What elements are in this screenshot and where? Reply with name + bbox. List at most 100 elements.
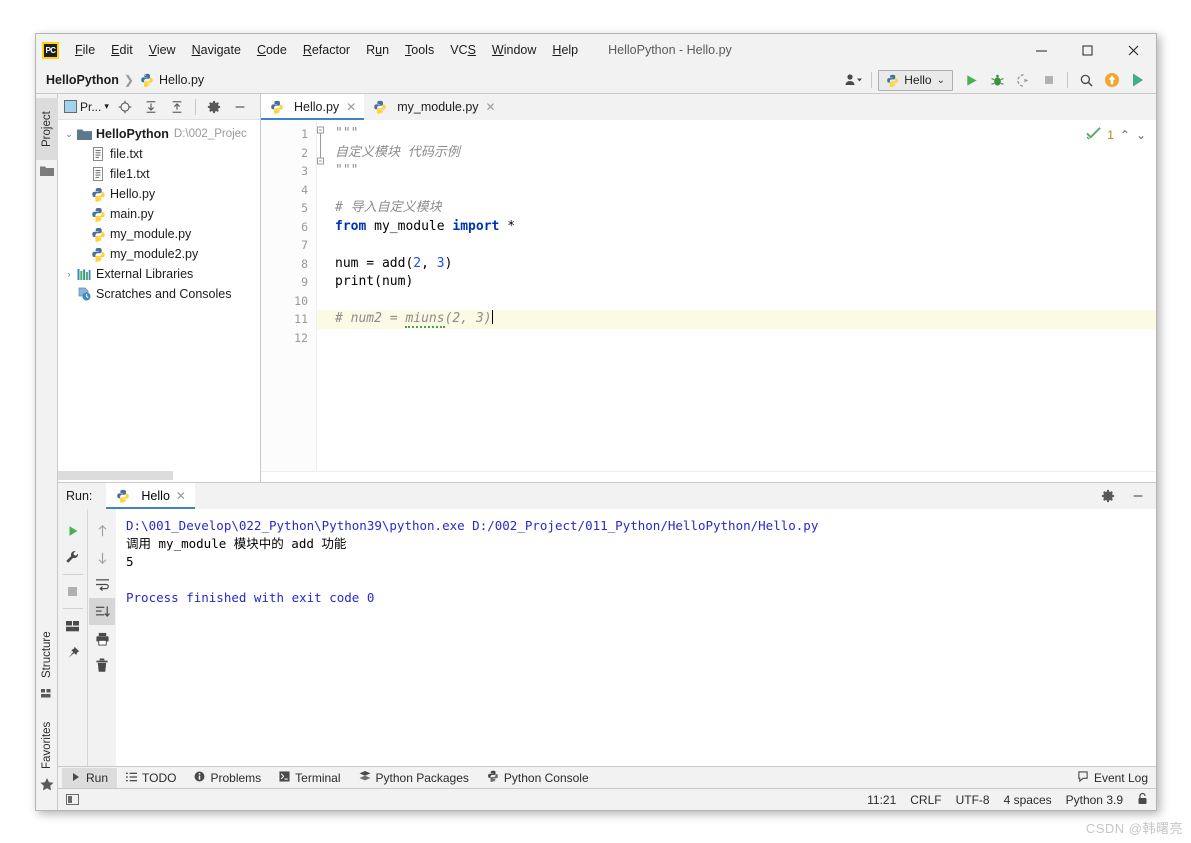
code-text[interactable]: """ 自定义模块 代码示例 """ # 导入自定义模块 from my_mod… [317,120,1156,471]
close-icon[interactable]: ✕ [346,100,356,114]
file-encoding[interactable]: UTF-8 [956,793,990,807]
gear-icon[interactable] [202,96,226,118]
previous-problem-icon[interactable]: ⌃ [1120,128,1130,142]
wrench-icon[interactable] [60,544,86,571]
code-token-comment: # 导入自定义模块 [335,200,442,215]
next-problem-icon[interactable]: ⌄ [1136,128,1146,142]
event-log-button[interactable]: Event Log [1077,771,1148,785]
menu-item-tools[interactable]: Tools [397,40,442,60]
chevron-right-icon[interactable]: › [62,269,76,279]
close-icon[interactable]: ✕ [176,489,186,503]
menu-item-window[interactable]: Window [484,40,544,60]
down-arrow-icon[interactable] [89,544,115,571]
tree-row-scratches-and-consoles[interactable]: Scratches and Consoles [58,284,260,304]
editor-tab-bar: Hello.py ✕ my_module.py ✕ [261,94,1156,120]
console-output[interactable]: D:\001_Develop\022_Python\Python39\pytho… [116,509,1156,766]
run-configuration-selector[interactable]: Hello ⌄ [878,69,953,91]
panel-toolbar-divider [194,98,196,115]
code-token-module: my_module [366,218,453,234]
sidebar-item-structure[interactable]: Structure [36,618,58,692]
stop-icon[interactable] [60,578,86,605]
bottom-tab-terminal[interactable]: Terminal [270,768,349,788]
close-button[interactable] [1110,34,1156,66]
scroll-to-end-icon[interactable] [89,598,115,625]
menu-item-run[interactable]: Run [358,40,397,60]
minimize-icon[interactable] [1126,485,1150,507]
bottom-tab-python-console[interactable]: Python Console [478,768,598,788]
soft-wrap-icon[interactable] [89,571,115,598]
tree-label: file1.txt [110,167,150,181]
minimize-button[interactable] [1018,34,1064,66]
tree-project-path: D:\002_Projec [173,128,247,140]
trash-icon[interactable] [89,652,115,679]
breadcrumb-project[interactable]: HelloPython [46,73,119,87]
debug-button[interactable] [985,69,1009,91]
hide-panel-icon[interactable] [228,96,252,118]
collapse-all-icon[interactable] [165,96,189,118]
tree-row-file-txt[interactable]: file.txt [58,144,260,164]
gear-icon[interactable] [1096,485,1120,507]
run-with-coverage-button[interactable] [1011,69,1035,91]
editor-tab-hello-py[interactable]: Hello.py ✕ [261,94,365,120]
chevron-down-icon[interactable]: ⌄ [62,129,76,140]
tree-row-my-module-py[interactable]: my_module.py [58,224,260,244]
breadcrumb-file-label: Hello.py [158,72,205,87]
tree-row-main-py[interactable]: main.py [58,204,260,224]
close-icon[interactable]: ✕ [486,100,496,114]
bottom-tab-problems[interactable]: Problems [185,768,270,788]
project-view-selector[interactable]: Pr... ▾ [62,100,111,114]
run-actions-column-2 [87,509,116,766]
breadcrumb-file[interactable]: Hello.py [139,72,204,88]
print-icon[interactable] [89,625,115,652]
tree-row-file1-txt[interactable]: file1.txt [58,164,260,184]
menu-label-tools-rest: ools [411,43,435,57]
profile-button[interactable] [1126,69,1150,91]
maximize-button[interactable] [1064,34,1110,66]
line-separator[interactable]: CRLF [910,793,941,807]
menu-item-help[interactable]: Help [544,40,586,60]
code-editor[interactable]: 1 2 3 4 5 6 7 8 9 10 11 12 """ 自定义模块 代码示… [261,120,1156,471]
indent-setting[interactable]: 4 spaces [1004,793,1052,807]
update-project-icon[interactable] [1100,69,1124,91]
inspection-widget[interactable]: 1 ⌃ ⌄ [1086,126,1146,143]
menu-item-file[interactable]: File [67,40,103,60]
caret-position[interactable]: 11:21 [867,793,896,807]
editor-tab-my-module-py[interactable]: my_module.py ✕ [364,94,504,120]
up-arrow-icon[interactable] [89,517,115,544]
layout-icon[interactable] [60,612,86,639]
bottom-tab-run[interactable]: Run [62,767,118,788]
sidebar-item-favorites[interactable]: Favorites [36,710,58,780]
menu-item-vcs[interactable]: VCS [442,40,484,60]
scrollbar-thumb[interactable] [58,471,173,480]
pycharm-logo-text: PC [45,45,56,55]
run-tab-hello[interactable]: Hello ✕ [106,483,195,509]
tree-row-hello-py[interactable]: Hello.py [58,184,260,204]
tree-row-hellopython[interactable]: ⌄ HelloPython D:\002_Projec [58,124,260,144]
run-button[interactable] [959,69,983,91]
bottom-tab-todo[interactable]: TODO [117,768,185,788]
pin-icon[interactable] [60,639,86,666]
editor-hscrollbar[interactable] [261,471,1156,482]
tree-row-my-module2-py[interactable]: my_module2.py [58,244,260,264]
menu-item-code[interactable]: Code [249,40,295,60]
editor-gutter[interactable]: 1 2 3 4 5 6 7 8 9 10 11 12 [261,120,324,471]
tree-row-external-libraries[interactable]: › External Libraries [58,264,260,284]
expand-all-icon[interactable] [139,96,163,118]
menu-item-edit[interactable]: Edit [103,40,141,60]
console-line: 调用 my_module 模块中的 add 功能 [126,536,347,551]
python-interpreter[interactable]: Python 3.9 [1066,793,1123,807]
layout-toggle-icon[interactable] [66,794,79,805]
menu-item-refactor[interactable]: Refactor [295,40,358,60]
user-account-icon[interactable] [841,69,865,91]
line-number: 5 [301,201,308,215]
menu-item-navigate[interactable]: Navigate [184,40,249,60]
sidebar-item-project[interactable]: Project [36,98,58,160]
select-opened-file-icon[interactable] [113,96,137,118]
project-panel-hscrollbar[interactable] [58,470,260,482]
rerun-icon[interactable] [60,517,86,544]
search-everywhere-icon[interactable] [1074,69,1098,91]
menu-item-view[interactable]: View [141,40,184,60]
bottom-tab-python-packages[interactable]: Python Packages [350,768,478,788]
lock-icon[interactable] [1137,792,1148,808]
stop-button[interactable] [1037,69,1061,91]
